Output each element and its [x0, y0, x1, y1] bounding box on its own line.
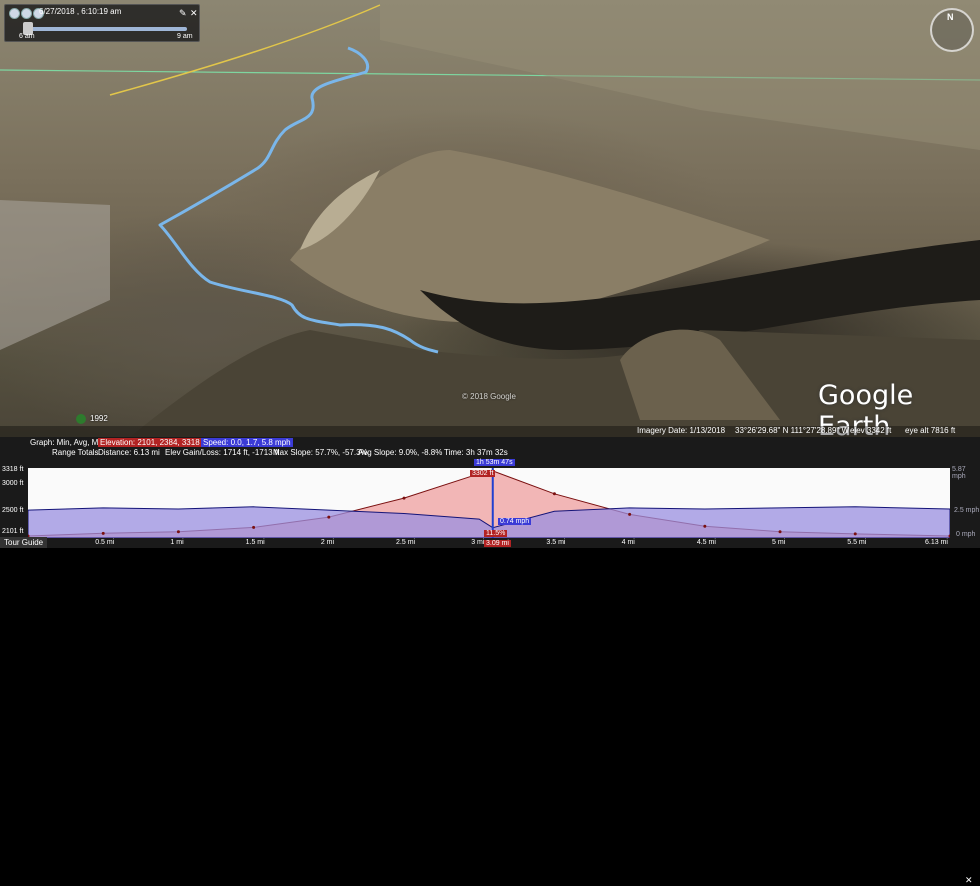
x-tick-label: 3 mi: [471, 539, 485, 546]
elevation-point: [552, 492, 556, 496]
time-slider[interactable]: 6/27/2018 , 6:10:19 am ✎ ✕ 6 am 9 am: [4, 4, 200, 42]
historical-imagery-icon[interactable]: [76, 414, 86, 424]
elevation-point: [101, 531, 105, 535]
x-tick-label: 6.13 mi: [925, 539, 948, 546]
year-label: 1992: [90, 414, 108, 423]
max-slope: Max Slope: 57.7%, -57.3%: [273, 448, 368, 457]
elev-gain-loss: Elev Gain/Loss: 1714 ft, -1713 ft: [165, 448, 280, 457]
elevation-point: [703, 524, 707, 528]
x-tick-label: 0.5 mi: [95, 539, 115, 546]
zoom-in-icon[interactable]: [21, 8, 32, 19]
x-tick-label: 4.5 mi: [696, 539, 716, 546]
map-viewport[interactable]: 6/27/2018 , 6:10:19 am ✎ ✕ 6 am 9 am N 1…: [0, 0, 980, 437]
elevation-point: [402, 496, 406, 500]
coordinates: 33°26'29.68" N 111°27'28.89" W: [735, 426, 850, 435]
x-tick-label: 1.5 mi: [245, 539, 265, 546]
time-total: Time: 3h 37m 32s: [444, 448, 508, 457]
speed-stats[interactable]: Speed: 0.0, 1.7, 5.8 mph: [201, 438, 293, 447]
cursor-distance: 3.09 mi: [484, 540, 511, 547]
close-icon[interactable]: ✕: [190, 8, 198, 19]
time-slider-track[interactable]: [27, 27, 187, 31]
x-tick-label: 4 mi: [621, 539, 635, 546]
distance-total: Distance: 6.13 mi: [98, 448, 160, 457]
time-end-label: 9 am: [177, 33, 193, 40]
time-start-label: 6 am: [19, 33, 35, 40]
elevation-point: [853, 532, 857, 536]
compass-control[interactable]: N: [930, 8, 974, 52]
wrench-icon[interactable]: ✎: [179, 8, 187, 19]
elevation-point: [778, 530, 782, 534]
elevation-point: [327, 515, 331, 519]
clock-icon[interactable]: [9, 8, 20, 19]
elevation-point: [628, 512, 632, 516]
elevation-readout: elev 3342 ft: [850, 426, 892, 435]
north-label: N: [947, 12, 954, 22]
elevation-point: [252, 525, 256, 529]
status-bar: Imagery Date: 1/13/2018 33°26'29.68" N 1…: [0, 426, 980, 437]
x-tick-label: 2 mi: [320, 539, 335, 546]
copyright: © 2018 Google: [462, 392, 516, 401]
terrain-render: [0, 0, 980, 437]
elevation-point: [176, 530, 180, 534]
x-tick-label: 1 mi: [170, 539, 184, 546]
range-totals-label: Range Totals: [52, 448, 99, 457]
imagery-date: Imagery Date: 1/13/2018: [637, 426, 726, 435]
y-left-tick: 3318 ft: [2, 466, 24, 473]
elevation-stats[interactable]: Elevation: 2101, 2384, 3318 ft: [98, 438, 209, 447]
time-slider-date: 6/27/2018 , 6:10:19 am: [39, 7, 122, 16]
cursor-speed: 0.74 mph: [498, 518, 532, 525]
y-right-tick: 5.87 mph: [952, 466, 966, 480]
close-icon[interactable]: ✕: [965, 875, 973, 886]
y-left-tick: 3000 ft: [2, 480, 24, 487]
elevation-profile-chart[interactable]: [28, 468, 950, 538]
cursor-elevation: 3302 ft: [470, 470, 496, 477]
graph-label: Graph: Min, Avg, Max: [30, 438, 107, 447]
y-right-tick: 0 mph: [956, 531, 976, 538]
x-tick-label: 3.5 mi: [546, 539, 566, 546]
cursor-slope: 11.5%: [484, 530, 508, 537]
y-left-tick: 2500 ft: [2, 507, 24, 514]
x-tick-label: 2.5 mi: [396, 539, 416, 546]
cursor-time: 1h 53m 47s: [474, 459, 515, 466]
y-right-tick: 2.5 mph: [954, 507, 980, 514]
tour-guide-button[interactable]: Tour Guide: [0, 537, 48, 548]
avg-slope: Avg Slope: 9.0%, -8.8%: [358, 448, 443, 457]
town-area: [0, 200, 110, 350]
eye-altitude: eye alt 7816 ft: [905, 426, 956, 435]
x-tick-label: 5 mi: [772, 539, 786, 546]
x-tick-label: 5.5 mi: [847, 539, 867, 546]
y-left-tick: 2101 ft: [2, 528, 24, 535]
